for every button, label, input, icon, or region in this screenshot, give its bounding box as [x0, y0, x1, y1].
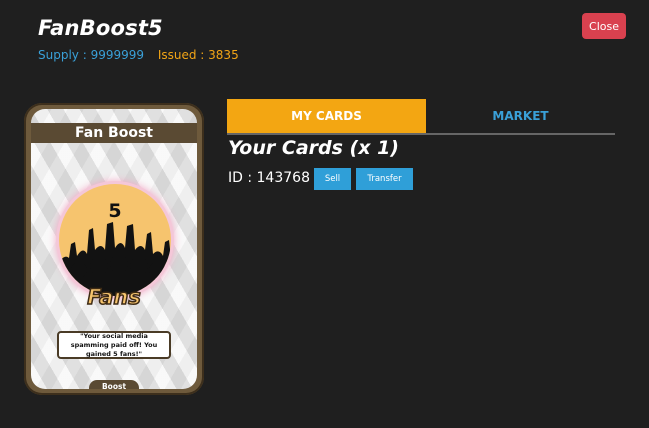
card-caption: Fans — [86, 284, 141, 310]
card-name: Fan Boost — [31, 123, 197, 143]
fans-crowd-icon: 5 — [59, 184, 171, 296]
transfer-button[interactable]: Transfer — [356, 168, 413, 190]
issued-text: Issued : 3835 — [157, 48, 239, 62]
tab-my-cards[interactable]: MY CARDS — [227, 99, 426, 133]
app-title: FanBoost5 — [38, 16, 163, 40]
card-type: Boost — [89, 380, 139, 389]
card-number: 5 — [108, 200, 122, 222]
card-id: ID : 143768 — [228, 170, 310, 186]
sell-button[interactable]: Sell — [314, 168, 351, 190]
token-stats: Supply : 9999999 Issued : 3835 — [38, 48, 239, 62]
cards-heading: Your Cards (x 1) — [228, 137, 399, 159]
card-image: Fan Boost 5 Fans "Your social media spam… — [24, 103, 204, 395]
card-quote: "Your social media spamming paid off! Yo… — [57, 331, 171, 359]
tab-bar: MY CARDS MARKET — [227, 99, 615, 135]
card-face: Fan Boost 5 Fans "Your social media spam… — [31, 109, 197, 389]
tab-market[interactable]: MARKET — [426, 99, 615, 133]
supply-text: Supply : 9999999 — [38, 48, 145, 62]
close-button[interactable]: Close — [582, 13, 626, 39]
